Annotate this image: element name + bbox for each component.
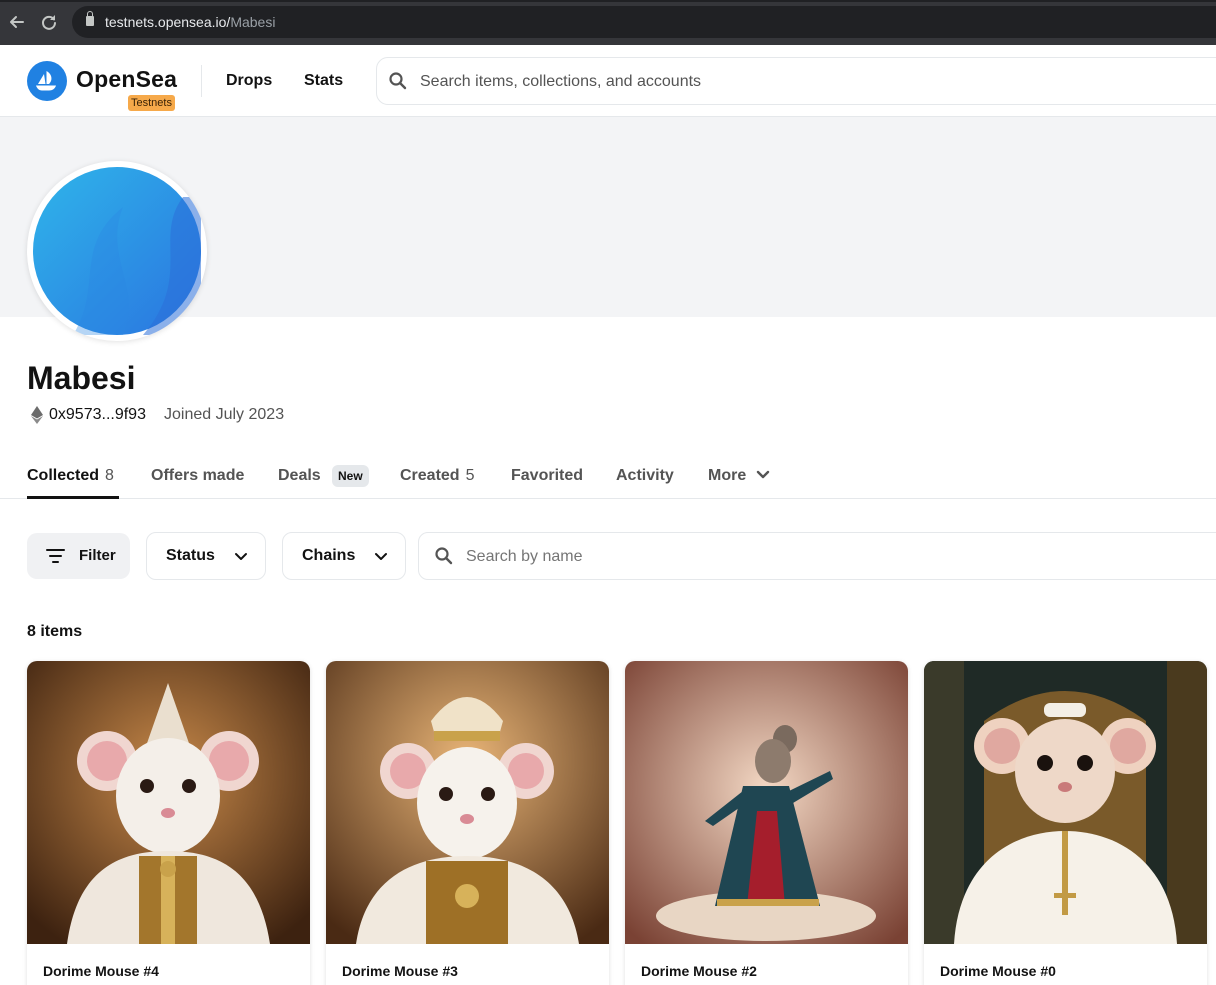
- nft-image[interactable]: [326, 661, 609, 944]
- tab-collected-label: Collected: [27, 467, 100, 484]
- nft-title[interactable]: Dorime Mouse #0: [940, 963, 1056, 979]
- nft-card[interactable]: Dorime Mouse #4: [27, 661, 310, 985]
- joined-date: Joined July 2023: [164, 406, 285, 423]
- tab-created-count: 5: [465, 467, 475, 484]
- nft-card[interactable]: Dorime Mouse #2: [625, 661, 908, 985]
- tab-favorited-label: Favorited: [511, 467, 584, 484]
- url-host: testnets.opensea.io/: [105, 14, 231, 30]
- reload-icon[interactable]: [38, 11, 60, 33]
- address-bar[interactable]: testnets.opensea.io/Mabesi: [72, 6, 1216, 38]
- tab-collected[interactable]: Collected 8: [27, 467, 114, 485]
- items-count: 8 items: [27, 623, 83, 640]
- tab-deals[interactable]: Deals: [278, 467, 321, 485]
- status-dropdown[interactable]: Status: [146, 532, 266, 580]
- nav-stats[interactable]: Stats: [304, 72, 343, 90]
- active-tab-indicator: [27, 496, 119, 499]
- opensea-logo-icon[interactable]: [27, 61, 67, 101]
- tab-created-label: Created: [400, 467, 460, 484]
- nav-drops[interactable]: Drops: [226, 72, 272, 90]
- tab-activity-label: Activity: [616, 467, 674, 484]
- chains-label: Chains: [302, 547, 356, 564]
- chains-dropdown[interactable]: Chains: [282, 532, 406, 580]
- brand-name[interactable]: OpenSea: [76, 66, 177, 93]
- global-search-placeholder: Search items, collections, and accounts: [420, 73, 702, 90]
- tab-created[interactable]: Created 5: [400, 467, 474, 485]
- back-arrow-icon[interactable]: [6, 11, 28, 33]
- filter-label: Filter: [79, 547, 116, 564]
- site-header: OpenSea Testnets Drops Stats Search item…: [0, 45, 1216, 117]
- ethereum-icon: [31, 406, 43, 424]
- browser-tab-strip: [0, 0, 1216, 2]
- tab-favorited[interactable]: Favorited: [511, 467, 583, 485]
- nft-card[interactable]: Dorime Mouse #3: [326, 661, 609, 985]
- tab-collected-count: 8: [105, 467, 114, 484]
- tab-more-label: More: [708, 467, 747, 484]
- url-path: Mabesi: [230, 14, 276, 30]
- tab-offers-made-label: Offers made: [151, 467, 245, 484]
- tab-more[interactable]: More: [708, 467, 770, 485]
- search-icon: [389, 72, 407, 90]
- name-search-input[interactable]: Search by name: [418, 532, 1216, 580]
- chevron-down-icon: [235, 553, 247, 560]
- nft-title[interactable]: Dorime Mouse #3: [342, 963, 458, 979]
- wallet-address[interactable]: 0x9573...9f93: [49, 406, 146, 424]
- browser-toolbar: testnets.opensea.io/Mabesi: [0, 0, 1216, 45]
- search-icon: [435, 547, 453, 565]
- filter-icon: [46, 548, 66, 564]
- tab-offers-made[interactable]: Offers made: [151, 467, 244, 485]
- status-label: Status: [166, 547, 215, 564]
- nft-image[interactable]: [924, 661, 1207, 944]
- tab-deals-label: Deals: [278, 467, 321, 484]
- name-search-placeholder: Search by name: [466, 548, 583, 565]
- nft-title[interactable]: Dorime Mouse #4: [43, 963, 159, 979]
- filter-button[interactable]: Filter: [27, 533, 130, 579]
- new-badge: New: [332, 465, 369, 487]
- tab-activity[interactable]: Activity: [616, 467, 674, 485]
- header-divider: [201, 65, 202, 97]
- testnets-badge: Testnets: [128, 95, 175, 111]
- nft-card[interactable]: Dorime Mouse #0: [924, 661, 1207, 985]
- nft-image[interactable]: [27, 661, 310, 944]
- global-search-input[interactable]: Search items, collections, and accounts: [376, 57, 1216, 105]
- chevron-down-icon: [756, 470, 769, 479]
- url-text: testnets.opensea.io/Mabesi: [105, 14, 275, 30]
- profile-name: Mabesi: [27, 360, 136, 396]
- chevron-down-icon: [375, 553, 387, 560]
- nft-image[interactable]: [625, 661, 908, 944]
- lock-icon: [86, 11, 94, 26]
- avatar[interactable]: [27, 161, 207, 341]
- nft-title[interactable]: Dorime Mouse #2: [641, 963, 757, 979]
- profile-tabs: Collected 8 Offers made Deals New Created…: [0, 452, 1216, 499]
